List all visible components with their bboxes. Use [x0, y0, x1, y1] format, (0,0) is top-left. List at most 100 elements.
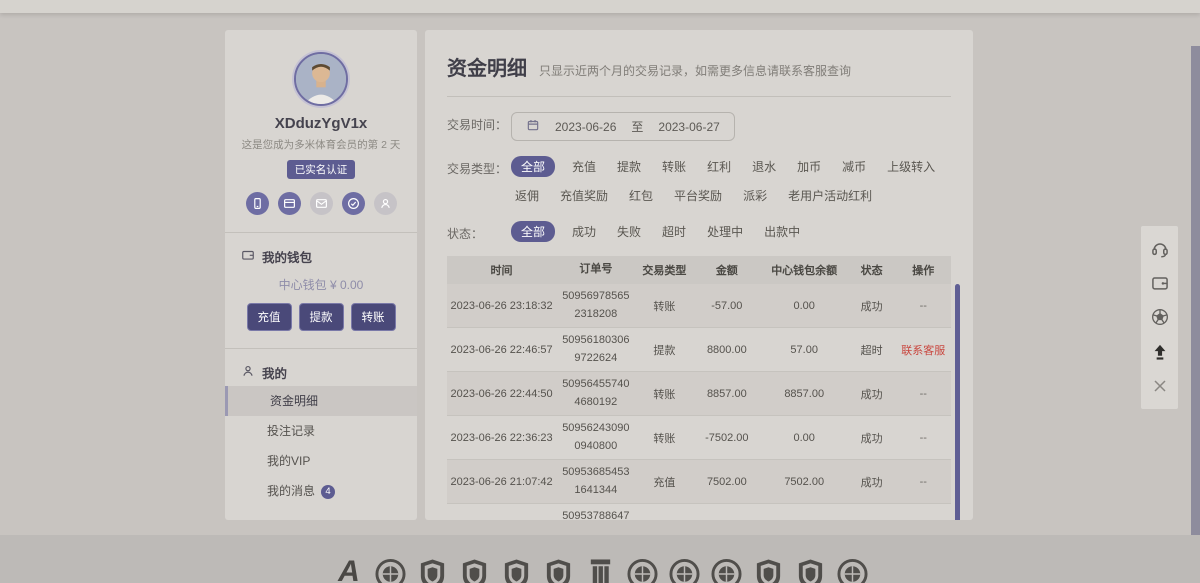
type-option[interactable]: 全部	[511, 156, 555, 177]
club-logo-12	[794, 557, 827, 583]
calendar-icon	[526, 118, 540, 135]
cell-balance: 8857.00	[761, 388, 848, 400]
cell-operation: --	[895, 388, 951, 400]
cell-balance: 0.00	[761, 300, 848, 312]
column-header: 状态	[848, 262, 896, 278]
wallet-section-title: 我的钱包	[241, 247, 401, 266]
funds-detail-panel: 资金明细 只显示近两个月的交易记录，如需更多信息请联系客服查询 交易时间： 20…	[425, 30, 973, 520]
cell-type: 充值	[636, 518, 694, 521]
date-from[interactable]: 2023-06-26	[555, 120, 616, 134]
profile-sidebar: XDduzYgV1x 这是您成为多米体育会员的第 2 天 已实名认证 我的钱包 …	[225, 30, 417, 520]
table-scrollbar-thumb[interactable]	[955, 284, 960, 520]
divider	[447, 96, 951, 97]
page-title: 资金明细	[447, 52, 527, 81]
cell-operation: --	[895, 476, 951, 488]
username: XDduzYgV1x	[241, 115, 401, 132]
club-logo-3	[416, 557, 449, 583]
table-row: 2023-06-26 21:02:22509537886470152192充值5…	[447, 504, 951, 520]
cell-time: 2023-06-26 22:44:50	[447, 388, 556, 400]
cell-time: 2023-06-26 21:02:22	[447, 520, 556, 521]
cell-operation: 联系客服	[895, 518, 951, 521]
float-toolbar	[1141, 226, 1178, 409]
wallet-icon[interactable]	[1149, 272, 1171, 294]
type-option[interactable]: 返佣	[511, 185, 543, 206]
cell-amount: -7502.00	[693, 432, 760, 444]
cell-order-no: 509569785652318208	[556, 288, 635, 323]
close-icon[interactable]	[1149, 375, 1171, 397]
profile-icon[interactable]	[374, 192, 397, 215]
my-section-title: 我的	[241, 363, 401, 382]
type-option[interactable]: 平台奖励	[670, 185, 726, 206]
cell-order-no: 509561803069722624	[556, 332, 635, 367]
type-option[interactable]: 充值	[568, 156, 600, 177]
footer: A	[0, 535, 1200, 583]
type-options: 全部充值提款转账红利退水加币减币上级转入返佣充值奖励红包平台奖励派彩老用户活动红…	[511, 156, 951, 206]
cell-status: 成功	[848, 430, 896, 446]
cell-status: 失败	[848, 518, 896, 521]
club-logo-a-league: A	[332, 557, 365, 583]
sidebar-item-bet-records[interactable]: 投注记录	[241, 416, 401, 446]
cell-type: 提款	[636, 342, 694, 358]
status-option[interactable]: 全部	[511, 221, 555, 242]
transfer-button[interactable]: 转账	[351, 303, 396, 331]
cell-order-no: 509536854531641344	[556, 464, 635, 499]
member-note: 这是您成为多米体育会员的第 2 天	[241, 137, 401, 152]
deposit-button[interactable]: 充值	[247, 303, 292, 331]
unread-count-badge: 4	[321, 485, 335, 499]
table-row: 2023-06-26 21:07:42509536854531641344充值7…	[447, 460, 951, 504]
cell-type: 充值	[636, 474, 694, 490]
top-strip	[0, 0, 1200, 13]
table-body: 2023-06-26 23:18:32509569785652318208转账-…	[447, 284, 951, 520]
verified-check-icon[interactable]	[342, 192, 365, 215]
status-options: 全部成功失败超时处理中出款中	[511, 221, 951, 242]
status-option[interactable]: 处理中	[703, 221, 747, 242]
date-range-picker[interactable]: 2023-06-26 至 2023-06-27	[511, 112, 735, 141]
type-option[interactable]: 充值奖励	[556, 185, 612, 206]
status-option[interactable]: 成功	[568, 221, 600, 242]
status-option[interactable]: 失败	[613, 221, 645, 242]
sidebar-item-my-messages[interactable]: 我的消息 4	[241, 476, 401, 506]
type-option[interactable]: 退水	[748, 156, 780, 177]
club-logo-2	[374, 557, 407, 583]
menu-item-label: 我的消息	[267, 484, 315, 498]
column-header: 中心钱包余额	[761, 262, 848, 278]
page-scrollbar[interactable]	[1191, 46, 1200, 583]
sports-ball-icon[interactable]	[1149, 306, 1171, 328]
type-option[interactable]: 红利	[703, 156, 735, 177]
type-option[interactable]: 加币	[793, 156, 825, 177]
mail-icon[interactable]	[310, 192, 333, 215]
contact-support-link[interactable]: 联系客服	[901, 345, 945, 357]
date-to[interactable]: 2023-06-27	[658, 120, 719, 134]
cell-status: 成功	[848, 298, 896, 314]
divider	[225, 232, 417, 233]
type-option[interactable]: 上级转入	[883, 156, 939, 177]
cell-order-no: 509537886470152192	[556, 508, 635, 520]
status-option[interactable]: 超时	[658, 221, 690, 242]
bank-card-icon[interactable]	[278, 192, 301, 215]
avatar[interactable]	[294, 52, 348, 106]
sidebar-item-my-vip[interactable]: 我的VIP	[241, 446, 401, 476]
menu-item-label: 资金明细	[270, 394, 318, 408]
status-option[interactable]: 出款中	[760, 221, 804, 242]
club-logo-9	[668, 557, 701, 583]
withdraw-button[interactable]: 提款	[299, 303, 344, 331]
type-option[interactable]: 转账	[658, 156, 690, 177]
cell-balance: 7502.00	[761, 476, 848, 488]
customer-service-icon[interactable]	[1149, 238, 1171, 260]
type-option[interactable]: 红包	[625, 185, 657, 206]
cell-amount: 7502.00	[693, 476, 760, 488]
cell-operation: --	[895, 432, 951, 444]
type-option[interactable]: 减币	[838, 156, 870, 177]
sidebar-item-funds-detail[interactable]: 资金明细	[225, 386, 417, 416]
divider	[225, 348, 417, 349]
club-logo-11	[752, 557, 785, 583]
back-to-top-icon[interactable]	[1149, 341, 1171, 363]
type-option[interactable]: 老用户活动红利	[784, 185, 876, 206]
type-option[interactable]: 派彩	[739, 185, 771, 206]
type-option[interactable]: 提款	[613, 156, 645, 177]
cell-balance: 0.00	[761, 432, 848, 444]
no-operation: --	[920, 432, 927, 444]
phone-icon[interactable]	[246, 192, 269, 215]
person-outline-icon	[241, 364, 255, 381]
cell-operation: 联系客服	[895, 342, 951, 358]
